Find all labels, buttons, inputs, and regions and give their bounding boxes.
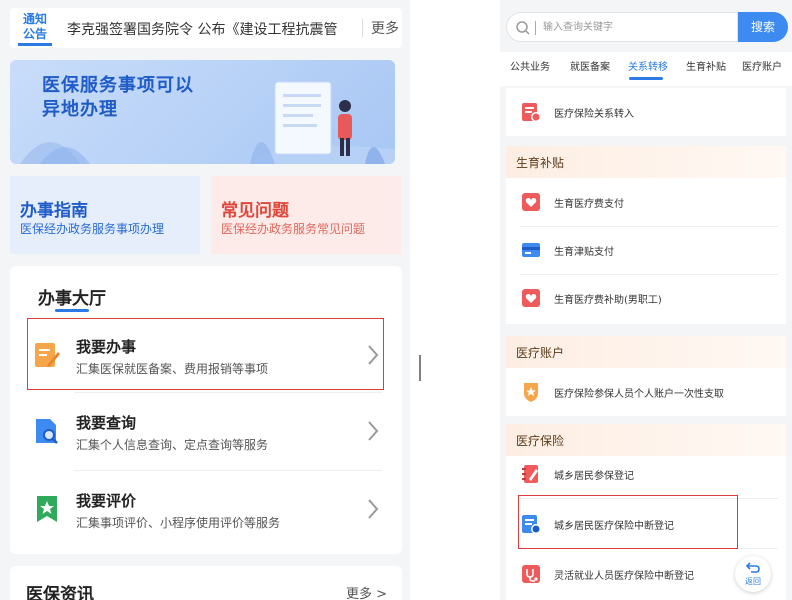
chevron-right-icon	[368, 499, 379, 519]
section-title: 医疗账户	[516, 346, 565, 360]
highlight-box-left	[27, 318, 384, 390]
tab-active-indicator	[629, 77, 663, 80]
notice-logo-line1: 通知	[22, 12, 47, 26]
banner-title-line2: 异地办理	[42, 99, 118, 120]
panel-divider	[419, 355, 421, 381]
tab-medical-filing[interactable]: 就医备案	[570, 58, 610, 73]
service-row-label: 医疗保险关系转入	[554, 109, 634, 120]
service-row-label: 生育医疗费补助(男职工)	[554, 295, 662, 306]
service-row[interactable]: 生育医疗费支付	[506, 178, 786, 226]
highlight-box-right	[518, 495, 738, 549]
service-hall-title: 办事大厅	[38, 289, 106, 309]
transfer-doc-icon	[522, 103, 541, 122]
medal-icon	[524, 383, 538, 402]
hall-item-review[interactable]: 我要评价 汇集事项评价、小程序使用评价等服务	[24, 478, 384, 540]
hall-item-title: 我要查询	[76, 414, 137, 432]
hall-item-subtitle: 汇集事项评价、小程序使用评价等服务	[76, 516, 281, 530]
notice-divider	[362, 19, 363, 37]
tab-medical-account[interactable]: 医疗账户	[742, 58, 782, 73]
notice-logo-line2: 公告	[22, 27, 47, 41]
hall-item-subtitle: 汇集个人信息查询、定点查询等服务	[76, 438, 269, 452]
search-document-icon	[36, 419, 58, 444]
service-row[interactable]: 生育津贴支付	[506, 226, 786, 274]
hall-divider	[74, 470, 382, 471]
heart-shield-icon	[522, 193, 540, 211]
guide-card-subtitle: 医保经办政务服务事项办理	[20, 222, 165, 236]
tab-relation-transfer[interactable]: 关系转移	[628, 58, 668, 73]
service-hall: 办事大厅 我要办事 汇集医保就医备案、费用报销等事项 我要查询 汇集个人信息查询…	[10, 266, 402, 554]
search-box[interactable]	[506, 12, 738, 42]
left-screen: 通知 公告 李克强签署国务院令 公布《建设工程抗震管 更多 医保服务事项可以 异…	[0, 0, 410, 600]
service-row-label: 灵活就业人员医疗保险中断登记	[554, 571, 694, 582]
service-hall-underline	[55, 309, 89, 312]
section-header: 医疗账户	[506, 336, 786, 368]
transfer-block: 医疗保险关系转入	[506, 88, 786, 136]
section-medical-account: 医疗账户 医疗保险参保人员个人账户一次性支取	[506, 336, 786, 416]
service-row[interactable]: 医疗保险关系转入	[506, 88, 786, 136]
faq-card-title: 常见问题	[221, 201, 289, 221]
back-button-label: 返回	[745, 577, 761, 586]
search-input[interactable]	[543, 18, 723, 36]
stethoscope-icon	[522, 565, 540, 583]
news-title: 医保资讯	[26, 585, 94, 600]
banner-title-line1: 医保服务事项可以	[42, 75, 194, 96]
chevron-right-icon	[368, 421, 379, 441]
service-row[interactable]: 城乡居民参保登记	[506, 450, 786, 498]
heart-shield-icon	[522, 289, 540, 307]
service-row[interactable]: 生育医疗费补助(男职工)	[506, 274, 786, 322]
back-button[interactable]: 返回	[735, 556, 771, 592]
section-title: 医疗保险	[516, 434, 565, 448]
search-caret	[535, 21, 536, 35]
section-header: 生育补贴	[506, 146, 786, 178]
faq-card[interactable]: 常见问题 医保经办政务服务常见问题	[211, 176, 401, 254]
notice-text[interactable]: 李克强签署国务院令 公布《建设工程抗震管	[67, 19, 355, 39]
section-maternity: 生育补贴 生育医疗费支付 生育津贴支付 生育医疗费补助(男职工)	[506, 146, 786, 324]
guide-card-title: 办事指南	[20, 201, 88, 221]
hall-item-title: 我要评价	[76, 492, 137, 510]
guide-card[interactable]: 办事指南 医保经办政务服务事项办理	[10, 176, 200, 254]
search-button[interactable]: 搜索	[738, 12, 788, 42]
card-icon	[522, 243, 540, 257]
star-bookmark-icon	[37, 496, 57, 522]
service-row-label: 医疗保险参保人员个人账户一次性支取	[554, 389, 724, 400]
hall-divider	[74, 392, 382, 393]
hall-item-query[interactable]: 我要查询 汇集个人信息查询、定点查询等服务	[24, 400, 384, 462]
banner[interactable]: 医保服务事项可以 异地办理	[10, 60, 395, 164]
return-arrow-icon	[745, 562, 760, 573]
search-icon	[516, 21, 530, 35]
faq-card-subtitle: 医保经办政务服务常见问题	[221, 222, 366, 236]
notebook-icon	[522, 465, 538, 483]
service-row-label: 生育医疗费支付	[554, 199, 624, 210]
notice-logo: 通知 公告	[18, 12, 52, 46]
section-title: 生育补贴	[516, 156, 565, 170]
news-section: 医保资讯 更多 >	[10, 566, 402, 600]
banner-title: 医保服务事项可以 异地办理	[42, 74, 222, 122]
service-row-label: 城乡居民参保登记	[554, 471, 634, 482]
tab-public[interactable]: 公共业务	[510, 58, 550, 73]
search-bar: 搜索	[506, 12, 788, 42]
service-row[interactable]: 医疗保险参保人员个人账户一次性支取	[506, 368, 786, 416]
tab-maternity[interactable]: 生育补贴	[686, 58, 726, 73]
notice-bar[interactable]: 通知 公告 李克强签署国务院令 公布《建设工程抗震管 更多	[10, 8, 402, 48]
service-row-label: 生育津贴支付	[554, 247, 614, 258]
news-more-link[interactable]: 更多 >	[346, 583, 387, 600]
category-tabs: 公共业务 就医备案 关系转移 生育补贴 医疗账户	[500, 52, 792, 86]
notice-more-link[interactable]: 更多	[371, 18, 399, 38]
